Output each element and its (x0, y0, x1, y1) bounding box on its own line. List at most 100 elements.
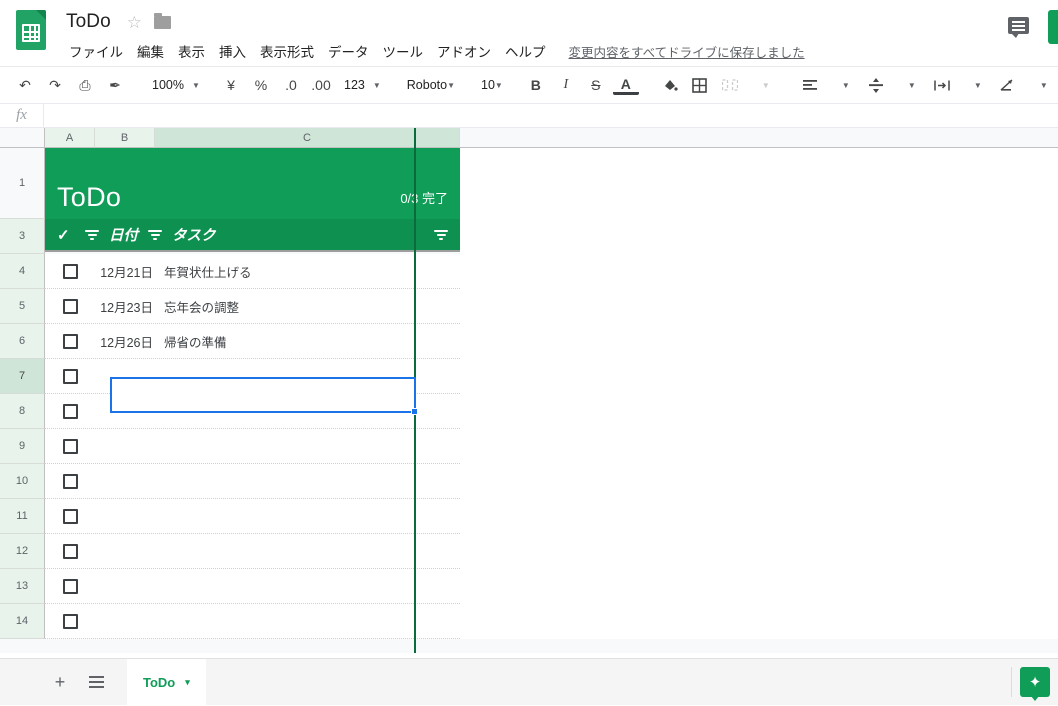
task-checkbox-cell[interactable] (45, 613, 95, 629)
checkbox-icon[interactable] (62, 578, 78, 594)
table-row[interactable] (45, 464, 460, 499)
currency-button[interactable]: ¥ (218, 72, 244, 98)
menu-item-view[interactable]: 表示 (171, 38, 212, 64)
menu-item-file[interactable]: ファイル (62, 38, 130, 64)
chevron-down-icon[interactable]: ▾ (185, 677, 190, 688)
table-row[interactable] (45, 429, 460, 464)
print-icon[interactable]: ⎙ (72, 72, 98, 98)
row-header-14[interactable]: 14 (0, 604, 45, 639)
strikethrough-button[interactable]: S (583, 72, 609, 98)
checkbox-icon[interactable] (62, 333, 78, 349)
wrap-chevron-down-icon[interactable]: ▼ (965, 72, 991, 98)
task-checkbox-cell[interactable] (45, 403, 95, 419)
checkbox-icon[interactable] (62, 263, 78, 279)
table-row[interactable]: 12月21日 年賀状仕上げる (45, 254, 460, 289)
percent-button[interactable]: % (248, 72, 274, 98)
checkbox-icon[interactable] (62, 298, 78, 314)
checkbox-icon[interactable] (62, 368, 78, 384)
checkbox-icon[interactable] (62, 613, 78, 629)
menu-item-help[interactable]: ヘルプ (498, 38, 553, 64)
checkbox-icon[interactable] (62, 473, 78, 489)
task-checkbox-cell[interactable] (45, 263, 95, 279)
merge-cells-icon[interactable] (717, 72, 743, 98)
font-size-selector[interactable]: 10 ▼ (473, 72, 507, 98)
task-checkbox-cell[interactable] (45, 298, 95, 314)
decrease-decimal-button[interactable]: .0 (278, 72, 304, 98)
task-checkbox-cell[interactable] (45, 543, 95, 559)
document-title[interactable]: ToDo (62, 9, 115, 35)
checkbox-icon[interactable] (62, 438, 78, 454)
explore-button[interactable]: ✦ (1020, 667, 1050, 701)
fill-color-icon[interactable] (657, 72, 683, 98)
zoom-selector[interactable]: 100% ▼ (144, 72, 202, 98)
redo-icon[interactable]: ↷ (42, 72, 68, 98)
task-checkbox-cell[interactable] (45, 508, 95, 524)
save-status[interactable]: 変更内容をすべてドライブに保存しました (569, 42, 805, 61)
checkbox-icon[interactable] (62, 543, 78, 559)
row-header-11[interactable]: 11 (0, 499, 45, 534)
column-header-b[interactable]: B (95, 128, 155, 148)
rotation-chevron-down-icon[interactable]: ▼ (1031, 72, 1057, 98)
paint-format-icon[interactable]: ✒ (102, 72, 128, 98)
table-row[interactable] (45, 499, 460, 534)
italic-button[interactable]: I (553, 72, 579, 98)
table-row[interactable] (45, 569, 460, 604)
menu-item-data[interactable]: データ (321, 38, 376, 64)
filter-icon-date[interactable] (85, 229, 99, 241)
add-sheet-button[interactable]: + (45, 667, 75, 697)
task-checkbox-cell[interactable] (45, 333, 95, 349)
merge-chevron-down-icon[interactable]: ▼ (753, 72, 779, 98)
sheet-tab-todo[interactable]: ToDo ▾ (127, 658, 206, 706)
increase-decimal-button[interactable]: .00 (308, 72, 334, 98)
bold-button[interactable]: B (523, 72, 549, 98)
font-selector[interactable]: Roboto ▼ (399, 72, 459, 98)
halign-chevron-down-icon[interactable]: ▼ (833, 72, 859, 98)
row-header-8[interactable]: 8 (0, 394, 45, 429)
table-row[interactable]: 12月23日 忘年会の調整 (45, 289, 460, 324)
row-header-12[interactable]: 12 (0, 534, 45, 569)
table-row[interactable] (45, 534, 460, 569)
menu-item-tools[interactable]: ツール (376, 38, 431, 64)
text-color-button[interactable]: A (612, 75, 639, 95)
borders-icon[interactable] (687, 72, 713, 98)
menu-item-addons[interactable]: アドオン (430, 38, 498, 64)
menu-item-format[interactable]: 表示形式 (253, 38, 321, 64)
select-all-corner[interactable] (0, 128, 45, 148)
horizontal-align-icon[interactable] (797, 72, 823, 98)
all-sheets-icon[interactable] (81, 667, 111, 697)
row-header-7[interactable]: 7 (0, 359, 45, 394)
menu-item-edit[interactable]: 編集 (130, 38, 171, 64)
comment-icon[interactable] (1008, 17, 1030, 38)
task-checkbox-cell[interactable] (45, 578, 95, 594)
star-icon[interactable]: ☆ (127, 14, 142, 31)
menu-item-insert[interactable]: 挿入 (212, 38, 253, 64)
row-header-4[interactable]: 4 (0, 254, 45, 289)
row-header-3[interactable]: 3 (0, 219, 45, 254)
checkbox-icon[interactable] (62, 508, 78, 524)
fill-handle[interactable] (411, 408, 418, 415)
row-header-10[interactable]: 10 (0, 464, 45, 499)
table-row[interactable] (45, 604, 460, 639)
filter-icon-end[interactable] (434, 229, 448, 241)
folder-icon[interactable] (154, 12, 172, 29)
selected-cell-c7[interactable] (110, 377, 418, 415)
table-row[interactable]: 12月26日 帰省の準備 (45, 324, 460, 359)
sheets-logo-icon[interactable] (16, 10, 50, 54)
valign-chevron-down-icon[interactable]: ▼ (899, 72, 925, 98)
row-header-13[interactable]: 13 (0, 569, 45, 604)
banner-cell[interactable]: ToDo 0/3 完了 (45, 148, 460, 219)
task-checkbox-cell[interactable] (45, 368, 95, 384)
row-header-1[interactable]: 1 (0, 148, 45, 219)
row-header-9[interactable]: 9 (0, 429, 45, 464)
task-checkbox-cell[interactable] (45, 473, 95, 489)
text-rotation-icon[interactable] (995, 72, 1021, 98)
vertical-align-icon[interactable] (863, 72, 889, 98)
number-format-selector[interactable]: 123 ▼ (336, 72, 385, 98)
row-header-6[interactable]: 6 (0, 324, 45, 359)
formula-input[interactable] (44, 104, 1058, 127)
checkbox-icon[interactable] (62, 403, 78, 419)
filter-icon-task[interactable] (148, 229, 162, 241)
column-header-a[interactable]: A (45, 128, 95, 148)
text-wrap-icon[interactable] (929, 72, 955, 98)
row-header-5[interactable]: 5 (0, 289, 45, 324)
